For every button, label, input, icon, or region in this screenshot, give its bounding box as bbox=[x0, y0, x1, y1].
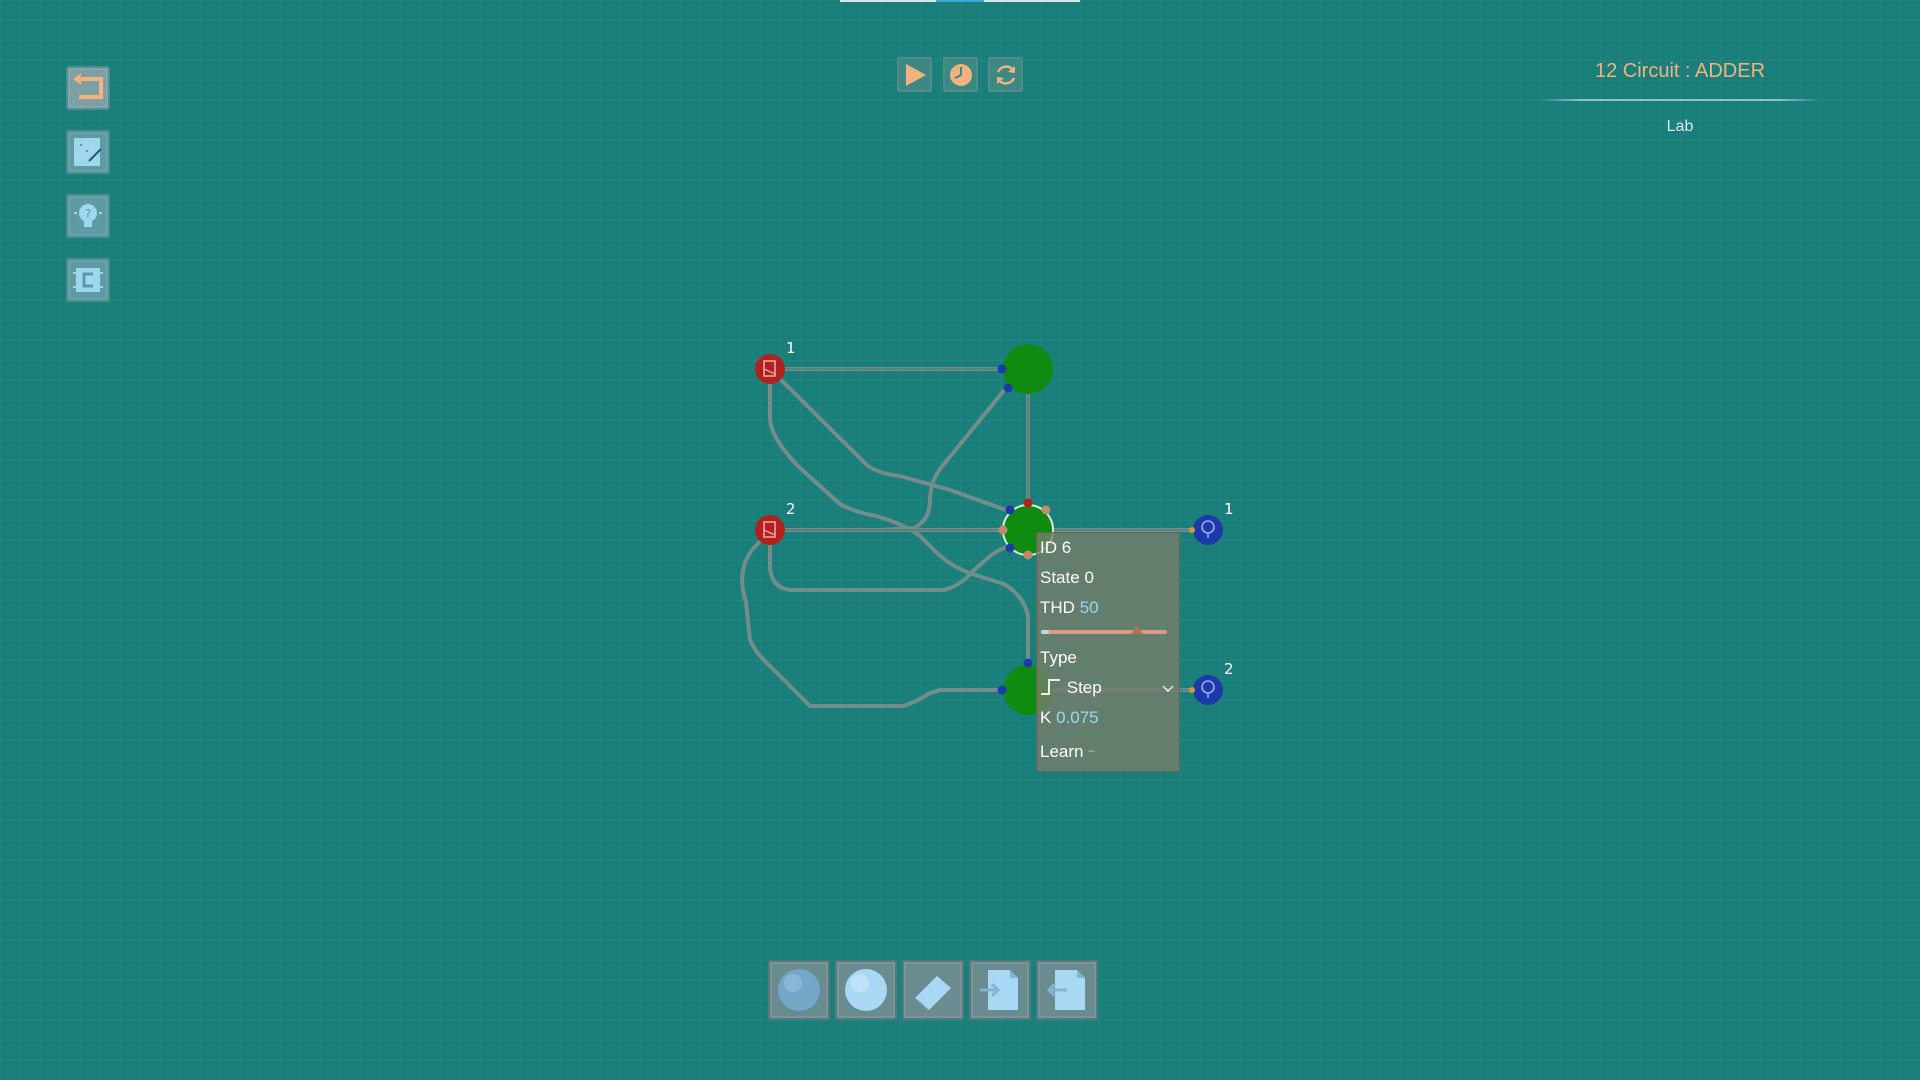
neuron-top[interactable] bbox=[997, 344, 1054, 394]
wire bbox=[740, 528, 1006, 708]
sphere-light-icon bbox=[845, 969, 887, 1011]
state-value: 0 bbox=[1084, 568, 1094, 587]
thd-row: THD 50 bbox=[1040, 598, 1099, 618]
step-function-icon bbox=[1041, 679, 1060, 695]
learn-value[interactable]: – bbox=[1088, 745, 1094, 757]
state-label: State bbox=[1040, 568, 1080, 587]
thd-slider-thumb[interactable] bbox=[1130, 625, 1143, 634]
wire bbox=[878, 386, 1008, 532]
eraser-button[interactable] bbox=[902, 960, 964, 1020]
export-button[interactable] bbox=[1036, 960, 1098, 1020]
import-button[interactable] bbox=[969, 960, 1031, 1020]
id-row: ID 6 bbox=[1040, 538, 1071, 558]
wire bbox=[768, 367, 1030, 666]
output-node-2[interactable] bbox=[1189, 675, 1223, 705]
document-import-icon bbox=[980, 970, 1018, 1010]
id-value: 6 bbox=[1061, 538, 1072, 557]
learn-label: Learn bbox=[1040, 742, 1084, 761]
thd-label: THD bbox=[1040, 598, 1075, 617]
input-node-2[interactable] bbox=[755, 515, 785, 545]
thd-slider[interactable] bbox=[1041, 630, 1167, 634]
k-value[interactable]: 0.075 bbox=[1056, 708, 1099, 727]
neuron-inspector-panel: ID 6 State 0 THD 50 Type Step K 0.075 Le… bbox=[1036, 532, 1180, 772]
k-row: K 0.075 bbox=[1040, 708, 1099, 728]
eraser-icon bbox=[915, 976, 951, 1010]
input-node-1-label: 1 bbox=[786, 339, 796, 357]
type-dropdown[interactable]: Step bbox=[1040, 678, 1176, 698]
thd-slider-fill bbox=[1041, 630, 1049, 634]
input-node-1[interactable] bbox=[755, 354, 785, 384]
document-export-icon bbox=[1046, 970, 1085, 1010]
id-label: ID bbox=[1040, 538, 1057, 557]
thd-value: 50 bbox=[1079, 598, 1099, 617]
type-value: Step bbox=[1066, 678, 1102, 697]
output-node-1-label: 1 bbox=[1224, 500, 1234, 518]
add-neuron-dark-button[interactable] bbox=[768, 960, 830, 1020]
sphere-dark-icon bbox=[778, 969, 820, 1011]
type-label: Type bbox=[1040, 648, 1077, 667]
k-label: K bbox=[1040, 708, 1052, 727]
chevron-down-icon bbox=[1162, 685, 1174, 692]
learn-row: Learn – bbox=[1040, 742, 1094, 762]
output-node-1[interactable] bbox=[1189, 515, 1223, 545]
state-row: State 0 bbox=[1040, 568, 1094, 588]
add-neuron-light-button[interactable] bbox=[835, 960, 897, 1020]
output-node-2-label: 2 bbox=[1224, 660, 1234, 678]
wire bbox=[768, 528, 1014, 592]
wire bbox=[768, 367, 1008, 512]
circuit-board[interactable]: 1 2 1 2 bbox=[0, 0, 1920, 1080]
input-node-2-label: 2 bbox=[786, 500, 796, 518]
